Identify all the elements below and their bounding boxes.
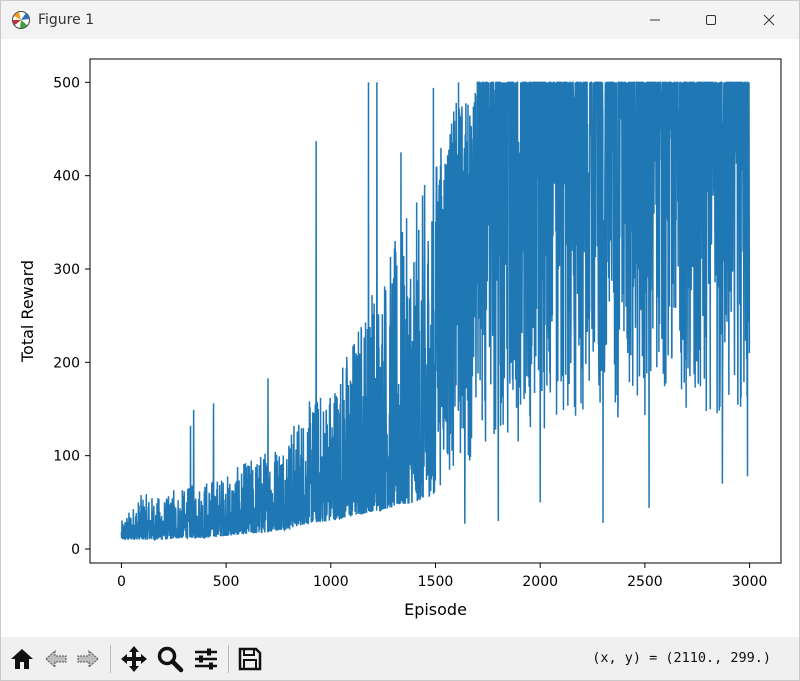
x-tick-label: 1500 (418, 574, 454, 590)
home-icon (11, 649, 33, 669)
configure-icon (195, 648, 217, 670)
maximize-button[interactable] (685, 1, 737, 39)
y-axis-ticks: 0 100 200 300 400 500 (53, 75, 90, 558)
pan-icon (121, 646, 147, 672)
back-icon (45, 649, 67, 669)
y-tick-label: 300 (53, 262, 80, 278)
matplotlib-icon (12, 11, 30, 29)
toolbar-separator (110, 645, 111, 673)
y-tick-label: 100 (53, 449, 80, 465)
window-title: Figure 1 (38, 12, 95, 28)
y-tick-label: 0 (71, 542, 80, 558)
x-axis-label: Episode (404, 600, 467, 619)
save-button[interactable] (235, 644, 265, 674)
maximize-icon (706, 15, 716, 25)
x-tick-label: 2500 (627, 574, 663, 590)
figure-canvas[interactable]: 0 500 1000 1500 2000 2500 3000 0 100 200 300 400 50… (1, 39, 800, 637)
back-button[interactable] (41, 644, 71, 674)
y-tick-label: 500 (53, 75, 80, 91)
x-tick-label: 1000 (313, 574, 349, 590)
x-tick-label: 0 (117, 574, 126, 590)
zoom-icon (157, 646, 184, 673)
series-line-total-reward (120, 81, 751, 542)
figure-window: Figure 1 0 500 1000 1500 2000 2500 3000 0 100 20… (0, 0, 800, 681)
x-tick-label: 500 (213, 574, 240, 590)
y-axis-label: Total Reward (18, 260, 37, 363)
minimize-icon (650, 19, 660, 21)
zoom-button[interactable] (155, 644, 185, 674)
close-button[interactable] (743, 1, 795, 39)
reward-series (120, 81, 751, 542)
navigation-toolbar: (x, y) = (2110., 299.) (1, 637, 799, 680)
configure-subplots-button[interactable] (191, 644, 221, 674)
line-chart[interactable]: 0 500 1000 1500 2000 2500 3000 0 100 200 300 400 50… (1, 39, 800, 637)
forward-icon (77, 649, 99, 669)
x-tick-label: 3000 (732, 574, 768, 590)
x-tick-label: 2000 (522, 574, 558, 590)
title-bar[interactable]: Figure 1 (1, 1, 799, 39)
toolbar-separator (228, 645, 229, 673)
close-icon (763, 14, 775, 26)
y-tick-label: 200 (53, 355, 80, 371)
cursor-coordinates: (x, y) = (2110., 299.) (592, 650, 771, 666)
minimize-button[interactable] (629, 1, 681, 39)
y-tick-label: 400 (53, 169, 80, 185)
save-icon (238, 647, 262, 671)
home-button[interactable] (7, 644, 37, 674)
forward-button[interactable] (73, 644, 103, 674)
x-axis-ticks: 0 500 1000 1500 2000 2500 3000 (117, 563, 767, 590)
pan-button[interactable] (119, 644, 149, 674)
